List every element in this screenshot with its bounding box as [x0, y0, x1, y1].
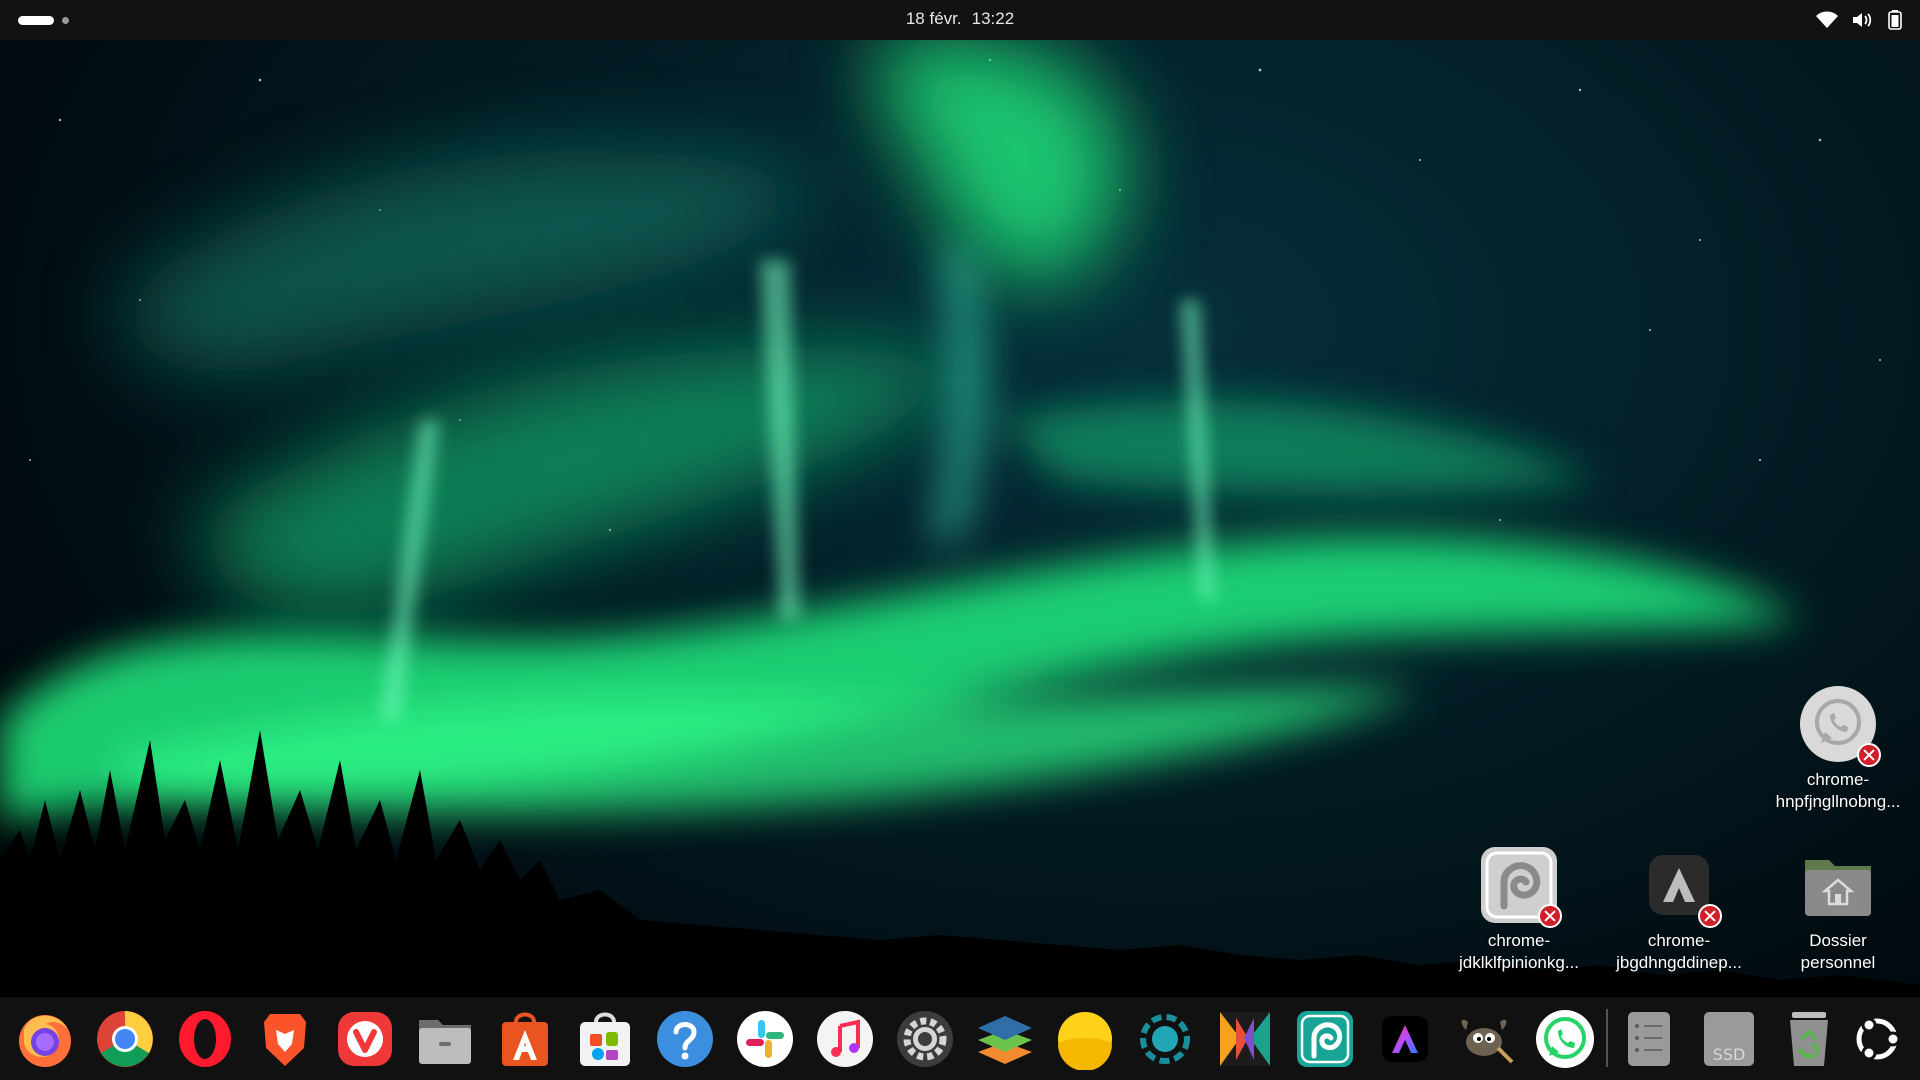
error-badge: [1538, 904, 1562, 928]
drive-icon: [1628, 1012, 1670, 1066]
adobe-express-icon: [1382, 1016, 1428, 1062]
workspace-indicator-active: [18, 15, 54, 25]
layers-icon: [978, 1016, 1032, 1064]
desktop-icon-chrome-hnpf[interactable]: chrome-hnpfjngllnobng...: [1763, 685, 1913, 813]
dock-item-settings[interactable]: [894, 1008, 956, 1070]
firefox-icon: [19, 1015, 71, 1067]
chrome-icon: [97, 1011, 153, 1067]
ssd-drive-icon: SSD: [1704, 1012, 1754, 1066]
dock-item-firefox[interactable]: [14, 1008, 76, 1070]
color-blocks-icon: [1220, 1012, 1270, 1066]
photopea-icon: [1297, 1011, 1353, 1067]
ubuntu-apps-icon: [1856, 1017, 1901, 1061]
music-icon: [817, 1011, 873, 1067]
recorder-ring-icon: [1140, 1014, 1190, 1064]
desktop-icon-label: chrome-jdklklfpinionkg...: [1458, 931, 1579, 972]
clock: 18 févr. 13:22: [0, 0, 1920, 40]
brave-icon: [264, 1014, 306, 1066]
dock-item-show-apps[interactable]: [1846, 1008, 1908, 1070]
settings-gear-icon: [897, 1011, 953, 1067]
dock-item-slack[interactable]: [734, 1008, 796, 1070]
whatsapp-icon: [1536, 1010, 1594, 1068]
activities-button[interactable]: [18, 13, 69, 27]
dock-item-whatsapp[interactable]: [1534, 1008, 1596, 1070]
desktop-icon-label: chrome-hnpfjngllnobng...: [1775, 770, 1901, 811]
dock-item-adobe-express[interactable]: [1374, 1008, 1436, 1070]
dock-item-trash[interactable]: [1778, 1008, 1840, 1070]
desktop-icon-label: Dossier personnel: [1800, 931, 1876, 972]
date-time-button[interactable]: 18 févr. 13:22: [906, 9, 1014, 28]
workspace-indicator-inactive: [62, 16, 69, 24]
opera-icon: [179, 1011, 231, 1067]
dock-item-store[interactable]: [574, 1008, 636, 1070]
dock-item-ssd[interactable]: SSD: [1698, 1008, 1760, 1070]
vivaldi-icon: [338, 1012, 392, 1066]
dock-item-opera[interactable]: [174, 1008, 236, 1070]
sun-icon: [1058, 1012, 1112, 1070]
dock-item-music[interactable]: [814, 1008, 876, 1070]
store-icon: [580, 1012, 630, 1066]
date-label: 18 févr.: [905, 9, 962, 28]
dock-item-screen-recorder[interactable]: [1134, 1008, 1196, 1070]
time-label: 13:22: [971, 9, 1015, 28]
desktop-icon-home-folder[interactable]: Dossier personnel: [1763, 846, 1913, 974]
top-bar: 18 févr. 13:22: [0, 0, 1920, 40]
files-icon: [419, 1020, 471, 1064]
desktop-icon-chrome-jbgd[interactable]: chrome-jbgdhngddinep...: [1604, 846, 1754, 974]
wifi-icon: [1816, 11, 1838, 28]
dock-item-color-blocks[interactable]: [1214, 1008, 1276, 1070]
volume-icon: [1853, 13, 1872, 27]
slack-icon: [737, 1011, 793, 1067]
ssd-label: SSD: [1713, 1045, 1746, 1064]
dock-item-layers[interactable]: [974, 1008, 1036, 1070]
error-badge: [1857, 743, 1881, 767]
help-icon: [657, 1011, 713, 1067]
dock-item-chrome[interactable]: [94, 1008, 156, 1070]
app-center-icon: [502, 1012, 548, 1066]
dock-item-help[interactable]: [654, 1008, 716, 1070]
error-badge: [1698, 904, 1722, 928]
dock: SSD: [0, 997, 1920, 1080]
dock-item-brave[interactable]: [254, 1008, 316, 1070]
dock-separator: [1606, 1009, 1608, 1067]
dock-item-drive[interactable]: [1618, 1008, 1680, 1070]
dock-item-vivaldi[interactable]: [334, 1008, 396, 1070]
dock-item-app-center[interactable]: [494, 1008, 556, 1070]
dock-item-photopea[interactable]: [1294, 1008, 1356, 1070]
desktop-icon-chrome-jdkl[interactable]: chrome-jdklklfpinionkg...: [1444, 846, 1594, 974]
desktop-icon-label: chrome-jbgdhngddinep...: [1616, 931, 1742, 972]
battery-icon: [1888, 10, 1902, 30]
gimp-icon: [1461, 1019, 1514, 1064]
dock-item-weather[interactable]: [1054, 1008, 1116, 1070]
system-tray[interactable]: [1816, 0, 1902, 40]
dock-item-files[interactable]: [414, 1008, 476, 1070]
home-folder-icon: [1805, 860, 1871, 916]
dock-item-gimp[interactable]: [1454, 1008, 1516, 1070]
trash-icon: [1790, 1012, 1828, 1066]
